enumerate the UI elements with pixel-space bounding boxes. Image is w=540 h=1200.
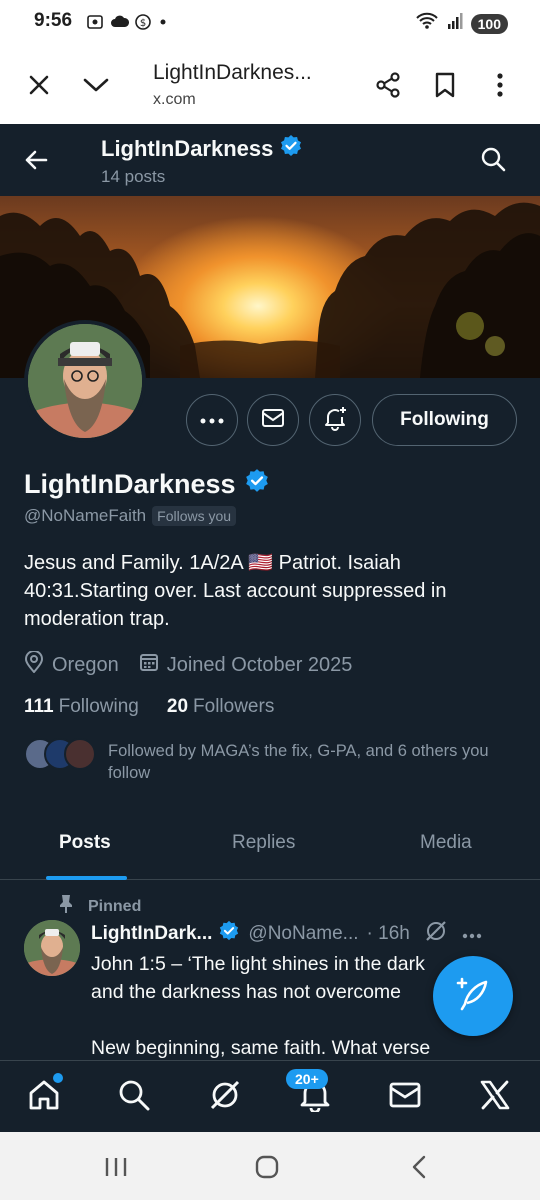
profile-meta: Oregon Joined October 2025 <box>24 650 372 679</box>
recent-apps-icon[interactable] <box>101 1154 131 1180</box>
verified-badge-icon <box>244 468 270 501</box>
location-text: Oregon <box>52 653 119 676</box>
calendar-icon <box>139 652 159 678</box>
browser-page-title: LightInDarknes... <box>153 61 312 84</box>
search-icon[interactable] <box>480 146 506 177</box>
share-icon[interactable] <box>371 68 405 102</box>
followed-by-row[interactable]: Followed by MAGA’s the fix, G-PA, and 6 … <box>24 738 489 782</box>
grok-nav-icon[interactable] <box>205 1075 245 1115</box>
header-name-text: LightInDarkness <box>101 136 274 161</box>
home-new-dot <box>53 1073 63 1083</box>
signal-icon <box>447 12 463 35</box>
post-author-handle: @NoName... <box>248 923 359 944</box>
system-nav-bar <box>0 1132 540 1200</box>
more-horizontal-icon <box>200 411 224 429</box>
notifications-subscribe-button[interactable] <box>309 394 361 446</box>
more-options-button[interactable] <box>186 394 238 446</box>
explore-search-icon[interactable] <box>114 1075 154 1115</box>
profile-header-bar: LightInDarkness 14 posts <box>0 124 540 196</box>
tab-posts[interactable]: Posts <box>59 832 111 854</box>
following-label: Following <box>58 696 139 717</box>
verified-badge-icon <box>279 134 303 164</box>
joined-date-text: Joined October 2025 <box>166 653 353 676</box>
post-more-icon[interactable] <box>462 923 482 945</box>
profile-bio: Jesus and Family. 1A/2A 🇺🇸 Patriot. Isai… <box>24 552 447 630</box>
battery-indicator: 100 <box>470 13 508 34</box>
screenshot-icon <box>86 13 104 31</box>
follower-avatar <box>64 738 96 770</box>
post-timestamp[interactable]: · 16h <box>367 923 410 945</box>
compose-feather-icon <box>453 974 493 1019</box>
messages-envelope-icon[interactable] <box>385 1075 425 1115</box>
grok-icon[interactable] <box>424 919 448 949</box>
pinned-label: Pinned <box>88 897 142 915</box>
header-profile-name: LightInDarkness <box>101 134 303 164</box>
following-button[interactable]: Following <box>372 394 517 446</box>
followed-by-avatars <box>24 738 96 772</box>
cloud-icon <box>110 13 130 31</box>
followers-label: Followers <box>193 696 275 717</box>
handle-row: @NoNameFaith Follows you <box>24 506 237 526</box>
location-pin-icon <box>24 650 44 679</box>
bottom-nav: 20+ <box>0 1060 540 1132</box>
browser-toolbar: LightInDarknes... x.com <box>0 46 540 124</box>
active-tab-indicator <box>46 876 127 880</box>
message-button[interactable] <box>247 394 299 446</box>
status-time: 9:56 <box>34 10 73 31</box>
profile-avatar[interactable] <box>24 320 146 442</box>
home-button-icon[interactable] <box>252 1154 282 1180</box>
bookmark-icon[interactable] <box>428 68 462 102</box>
chevron-down-icon[interactable] <box>79 68 113 102</box>
browser-url[interactable]: x.com <box>153 91 196 109</box>
bell-plus-icon <box>322 405 348 436</box>
app-notification-icon: $ <box>134 13 152 31</box>
followed-by-text: Followed by MAGA’s the fix, G-PA, and 6 … <box>108 742 489 782</box>
following-link[interactable]: 111 Following <box>24 696 139 718</box>
status-system-icons: 100 <box>415 11 508 36</box>
following-count: 111 <box>24 696 54 717</box>
close-icon[interactable] <box>22 68 56 102</box>
joined-item: Joined October 2025 <box>139 652 353 678</box>
follows-you-badge: Follows you <box>152 506 237 526</box>
notifications-badge: 20+ <box>286 1069 328 1089</box>
envelope-icon <box>261 408 285 433</box>
more-notifications-dot-icon <box>158 13 176 31</box>
back-arrow-icon[interactable] <box>22 146 50 179</box>
followers-link[interactable]: 20 Followers <box>167 696 274 718</box>
post-author-name[interactable]: LightInDark... <box>91 923 212 945</box>
profile-page: LightInDarkness 14 posts Following Light… <box>0 124 540 1060</box>
followers-count: 20 <box>166 696 189 717</box>
tab-media[interactable]: Media <box>420 832 472 854</box>
status-notification-icons: $ <box>86 13 176 31</box>
x-logo-icon[interactable] <box>475 1075 515 1115</box>
verified-badge-icon <box>218 920 240 948</box>
header-post-count: 14 posts <box>101 167 166 186</box>
profile-display-name: LightInDarkness <box>24 468 270 501</box>
svg-text:$: $ <box>140 18 146 29</box>
post-header: LightInDark... @NoName... · 16h <box>91 919 521 949</box>
location-item: Oregon <box>24 650 119 679</box>
post-author-avatar[interactable] <box>24 920 80 976</box>
tab-replies[interactable]: Replies <box>232 832 295 854</box>
status-bar: 9:56 $ 100 <box>0 0 540 46</box>
profile-handle: @NoNameFaith <box>24 506 147 525</box>
profile-name-text: LightInDarkness <box>24 469 236 499</box>
profile-tabs: Posts Replies Media <box>0 818 540 880</box>
compose-post-button[interactable] <box>433 956 513 1036</box>
pinned-indicator: Pinned <box>58 894 141 919</box>
more-vertical-icon[interactable] <box>483 68 517 102</box>
pin-icon <box>58 894 74 919</box>
wifi-icon <box>415 11 439 36</box>
follow-stats: 111 Following 20 Followers <box>24 696 274 718</box>
back-button-icon[interactable] <box>404 1154 434 1180</box>
